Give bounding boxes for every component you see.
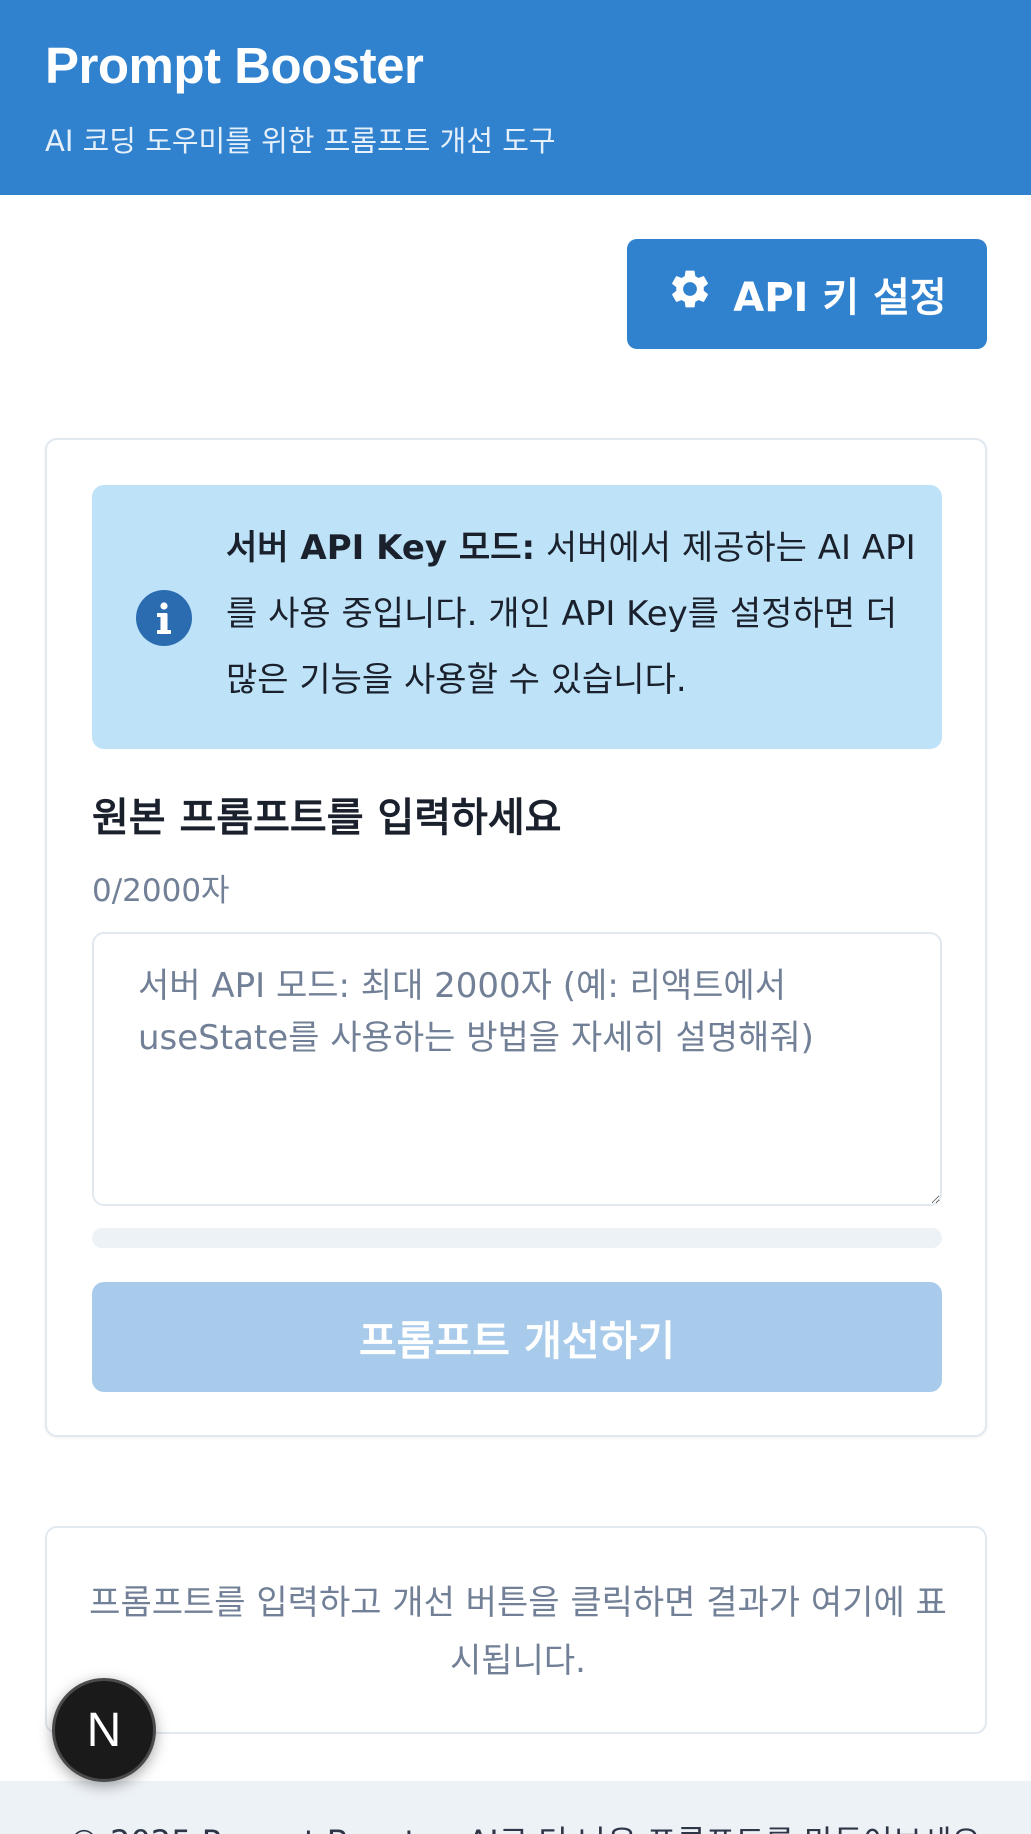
alert-message: 서버 API Key 모드: 서버에서 제공하는 AI API를 사용 중입니다…: [226, 515, 916, 713]
improve-prompt-button[interactable]: 프롬프트 개선하기: [92, 1282, 942, 1392]
character-limit-progress-bar: [92, 1228, 942, 1248]
api-key-settings-label: API 키 설정: [733, 275, 947, 321]
result-placeholder-text: 프롬프트를 입력하고 개선 버튼을 클릭하면 결과가 여기에 표시됩니다.: [89, 1583, 947, 1681]
app-subtitle: AI 코딩 도우미를 위한 프롬프트 개선 도구: [45, 124, 556, 158]
app-title: Prompt Booster: [45, 37, 424, 94]
character-count: 0/2000자: [92, 873, 230, 909]
prompt-textarea[interactable]: [92, 932, 942, 1206]
prompt-input-label: 원본 프롬프트를 입력하세요: [92, 795, 562, 841]
app-header: Prompt Booster AI 코딩 도우미를 위한 프롬프트 개선 도구: [0, 0, 1031, 195]
nextjs-dev-indicator-button[interactable]: N: [52, 1678, 156, 1782]
alert-title: 서버 API Key 모드:: [226, 528, 536, 568]
server-mode-alert: 서버 API Key 모드: 서버에서 제공하는 AI API를 사용 중입니다…: [92, 485, 942, 749]
api-key-settings-button[interactable]: API 키 설정: [627, 239, 987, 349]
gear-icon: [667, 266, 713, 322]
info-icon: [136, 590, 192, 646]
result-panel: 프롬프트를 입력하고 개선 버튼을 클릭하면 결과가 여기에 표시됩니다.: [45, 1526, 987, 1734]
footer-copyright: © 2025 Prompt Booster. AI로 더 나은 프롬프트를 만들…: [68, 1817, 991, 1834]
page-footer: © 2025 Prompt Booster. AI로 더 나은 프롬프트를 만들…: [0, 1781, 1031, 1834]
prompt-input-card: 서버 API Key 모드: 서버에서 제공하는 AI API를 사용 중입니다…: [45, 438, 987, 1437]
